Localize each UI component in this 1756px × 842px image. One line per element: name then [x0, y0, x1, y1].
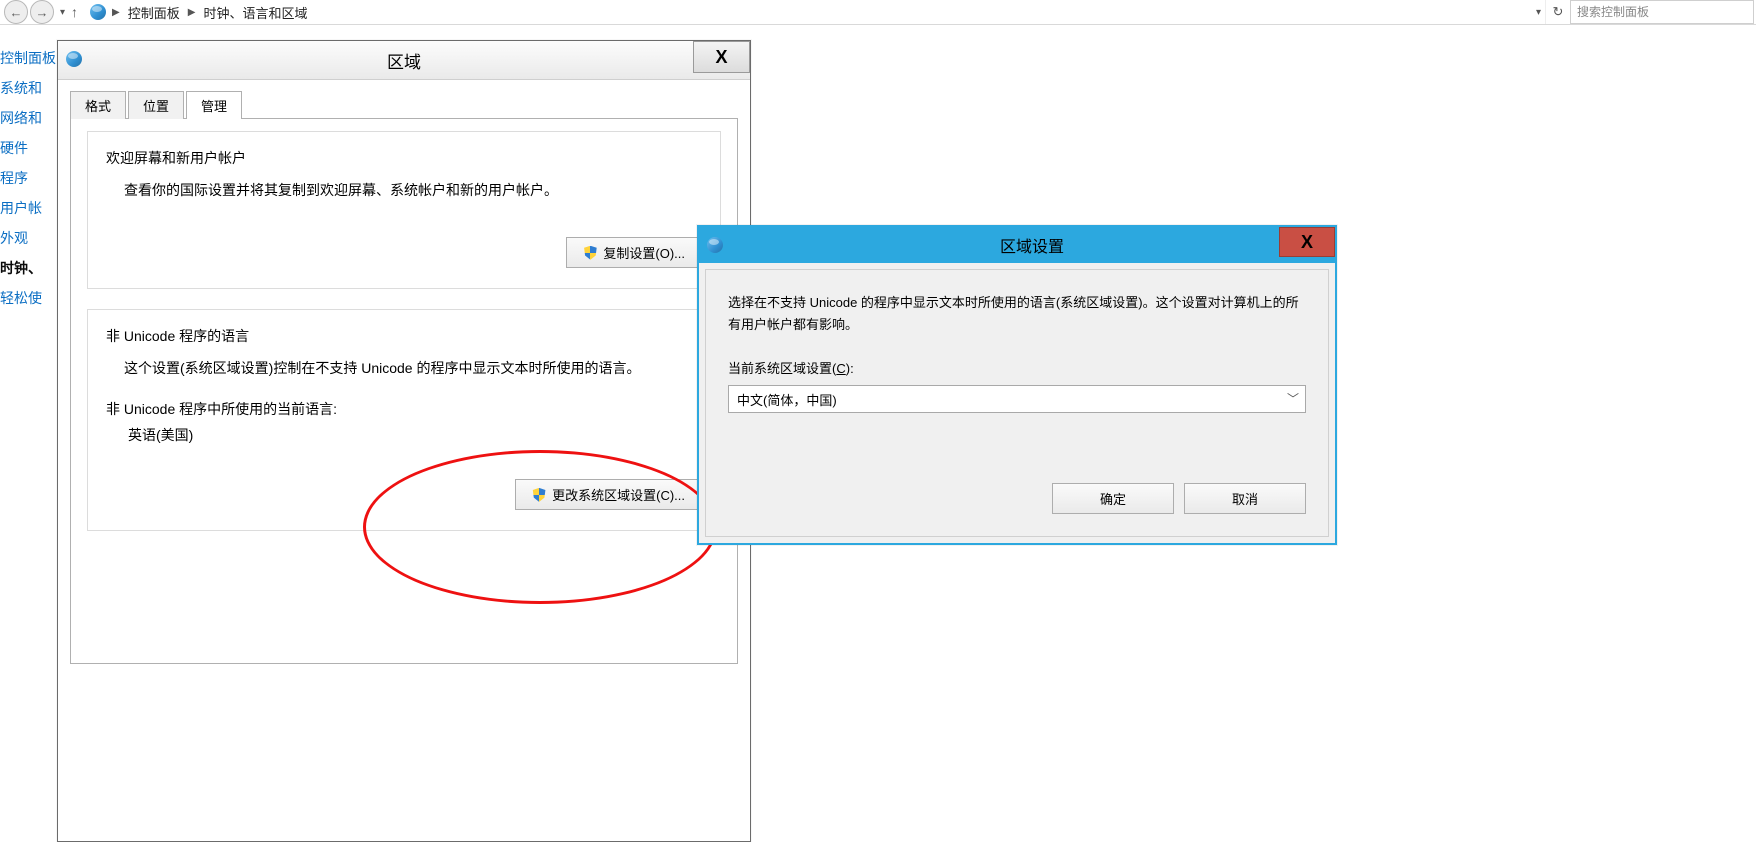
globe-icon: [90, 4, 106, 20]
change-system-locale-button[interactable]: 更改系统区域设置(C)...: [515, 479, 702, 510]
tab-admin[interactable]: 管理: [186, 91, 242, 119]
sidebar-item[interactable]: 轻松使: [0, 288, 60, 308]
dialog-button-row: 确定 取消: [728, 483, 1306, 514]
breadcrumb-item[interactable]: 时钟、语言和区域: [203, 3, 307, 22]
globe-icon: [66, 51, 82, 67]
chevron-down-icon: ﹀: [1287, 390, 1299, 407]
group-desc: 查看你的国际设置并将其复制到欢迎屏幕、系统帐户和新的用户帐户。: [124, 178, 702, 203]
sidebar-item[interactable]: 用户帐: [0, 198, 60, 218]
button-label: 确定: [1100, 489, 1126, 508]
cancel-button[interactable]: 取消: [1184, 483, 1306, 514]
tab-format[interactable]: 格式: [70, 91, 126, 119]
shield-icon: [583, 246, 597, 260]
region-dialog-body: 格式 位置 管理 欢迎屏幕和新用户帐户 查看你的国际设置并将其复制到欢迎屏幕、系…: [58, 80, 750, 674]
locale-dialog-titlebar[interactable]: 区域设置 X: [699, 227, 1335, 263]
tabs: 格式 位置 管理: [70, 90, 738, 118]
current-locale-label: 当前系统区域设置(C):: [728, 361, 854, 376]
sidebar-item[interactable]: 程序: [0, 168, 60, 188]
history-dropdown-icon[interactable]: ▾: [60, 7, 65, 18]
sidebar: 控制面板 系统和 网络和 硬件 程序 用户帐 外观 时钟、 轻松使: [0, 48, 60, 318]
locale-select-value: 中文(简体，中国): [737, 390, 837, 409]
label-underline: C: [836, 361, 845, 376]
group-title: 非 Unicode 程序的语言: [106, 326, 702, 346]
region-dialog: 区域 X 格式 位置 管理 欢迎屏幕和新用户帐户 查看你的国际设置并将其复制到欢…: [57, 40, 751, 842]
refresh-button[interactable]: ↻: [1545, 0, 1570, 24]
chevron-right-icon: ▶: [188, 7, 196, 18]
close-button[interactable]: X: [1279, 227, 1335, 257]
button-label: 更改系统区域设置(C)...: [552, 485, 685, 504]
breadcrumb-item[interactable]: 控制面板: [128, 3, 180, 22]
region-dialog-title: 区域: [387, 48, 421, 73]
tab-pane-admin: 欢迎屏幕和新用户帐户 查看你的国际设置并将其复制到欢迎屏幕、系统帐户和新的用户帐…: [70, 118, 738, 664]
current-language-label: 非 Unicode 程序中所使用的当前语言:: [106, 399, 702, 419]
sidebar-item[interactable]: 系统和: [0, 78, 60, 98]
locale-settings-dialog: 区域设置 X 选择在不支持 Unicode 的程序中显示文本时所使用的语言(系统…: [697, 225, 1337, 545]
up-button[interactable]: ↑: [71, 4, 78, 20]
chevron-right-icon: ▶: [112, 7, 120, 18]
shield-icon: [532, 488, 546, 502]
globe-icon: [707, 237, 723, 253]
label-part: ):: [846, 361, 854, 376]
sidebar-item-active[interactable]: 时钟、: [0, 258, 60, 278]
sidebar-item[interactable]: 硬件: [0, 138, 60, 158]
label-part: 当前系统区域设置(: [728, 361, 836, 376]
breadcrumb[interactable]: ▶ 控制面板 ▶ 时钟、语言和区域: [112, 3, 307, 22]
region-dialog-titlebar[interactable]: 区域 X: [58, 41, 750, 80]
back-button[interactable]: ←: [4, 0, 28, 24]
group-title: 欢迎屏幕和新用户帐户: [106, 148, 702, 168]
group-non-unicode: 非 Unicode 程序的语言 这个设置(系统区域设置)控制在不支持 Unico…: [87, 309, 721, 531]
group-desc: 这个设置(系统区域设置)控制在不支持 Unicode 的程序中显示文本时所使用的…: [124, 356, 702, 381]
group-welcome-screen: 欢迎屏幕和新用户帐户 查看你的国际设置并将其复制到欢迎屏幕、系统帐户和新的用户帐…: [87, 131, 721, 289]
forward-button[interactable]: →: [30, 0, 54, 24]
copy-settings-button[interactable]: 复制设置(O)...: [566, 237, 702, 268]
button-label: 复制设置(O)...: [603, 243, 685, 262]
locale-dialog-body: 选择在不支持 Unicode 的程序中显示文本时所使用的语言(系统区域设置)。这…: [705, 269, 1329, 537]
address-dropdown-icon[interactable]: ▾: [1536, 7, 1541, 18]
locale-dialog-title: 区域设置: [729, 233, 1335, 257]
search-input[interactable]: 搜索控制面板: [1570, 0, 1754, 24]
tab-location[interactable]: 位置: [128, 91, 184, 119]
ok-button[interactable]: 确定: [1052, 483, 1174, 514]
explorer-topbar: ← → ▾ ↑ ▶ 控制面板 ▶ 时钟、语言和区域 ▾ ↻ 搜索控制面板: [0, 0, 1756, 25]
topbar-right: ▾ ↻ 搜索控制面板: [1532, 0, 1756, 24]
nav-arrows: ← → ▾ ↑: [0, 0, 90, 24]
locale-select[interactable]: 中文(简体，中国) ﹀: [728, 385, 1306, 413]
sidebar-item[interactable]: 外观: [0, 228, 60, 248]
current-language-value: 英语(美国): [128, 425, 702, 445]
sidebar-item[interactable]: 控制面板: [0, 48, 60, 68]
sidebar-item[interactable]: 网络和: [0, 108, 60, 128]
close-button[interactable]: X: [693, 41, 750, 73]
button-label: 取消: [1232, 489, 1258, 508]
locale-dialog-desc: 选择在不支持 Unicode 的程序中显示文本时所使用的语言(系统区域设置)。这…: [728, 292, 1306, 336]
